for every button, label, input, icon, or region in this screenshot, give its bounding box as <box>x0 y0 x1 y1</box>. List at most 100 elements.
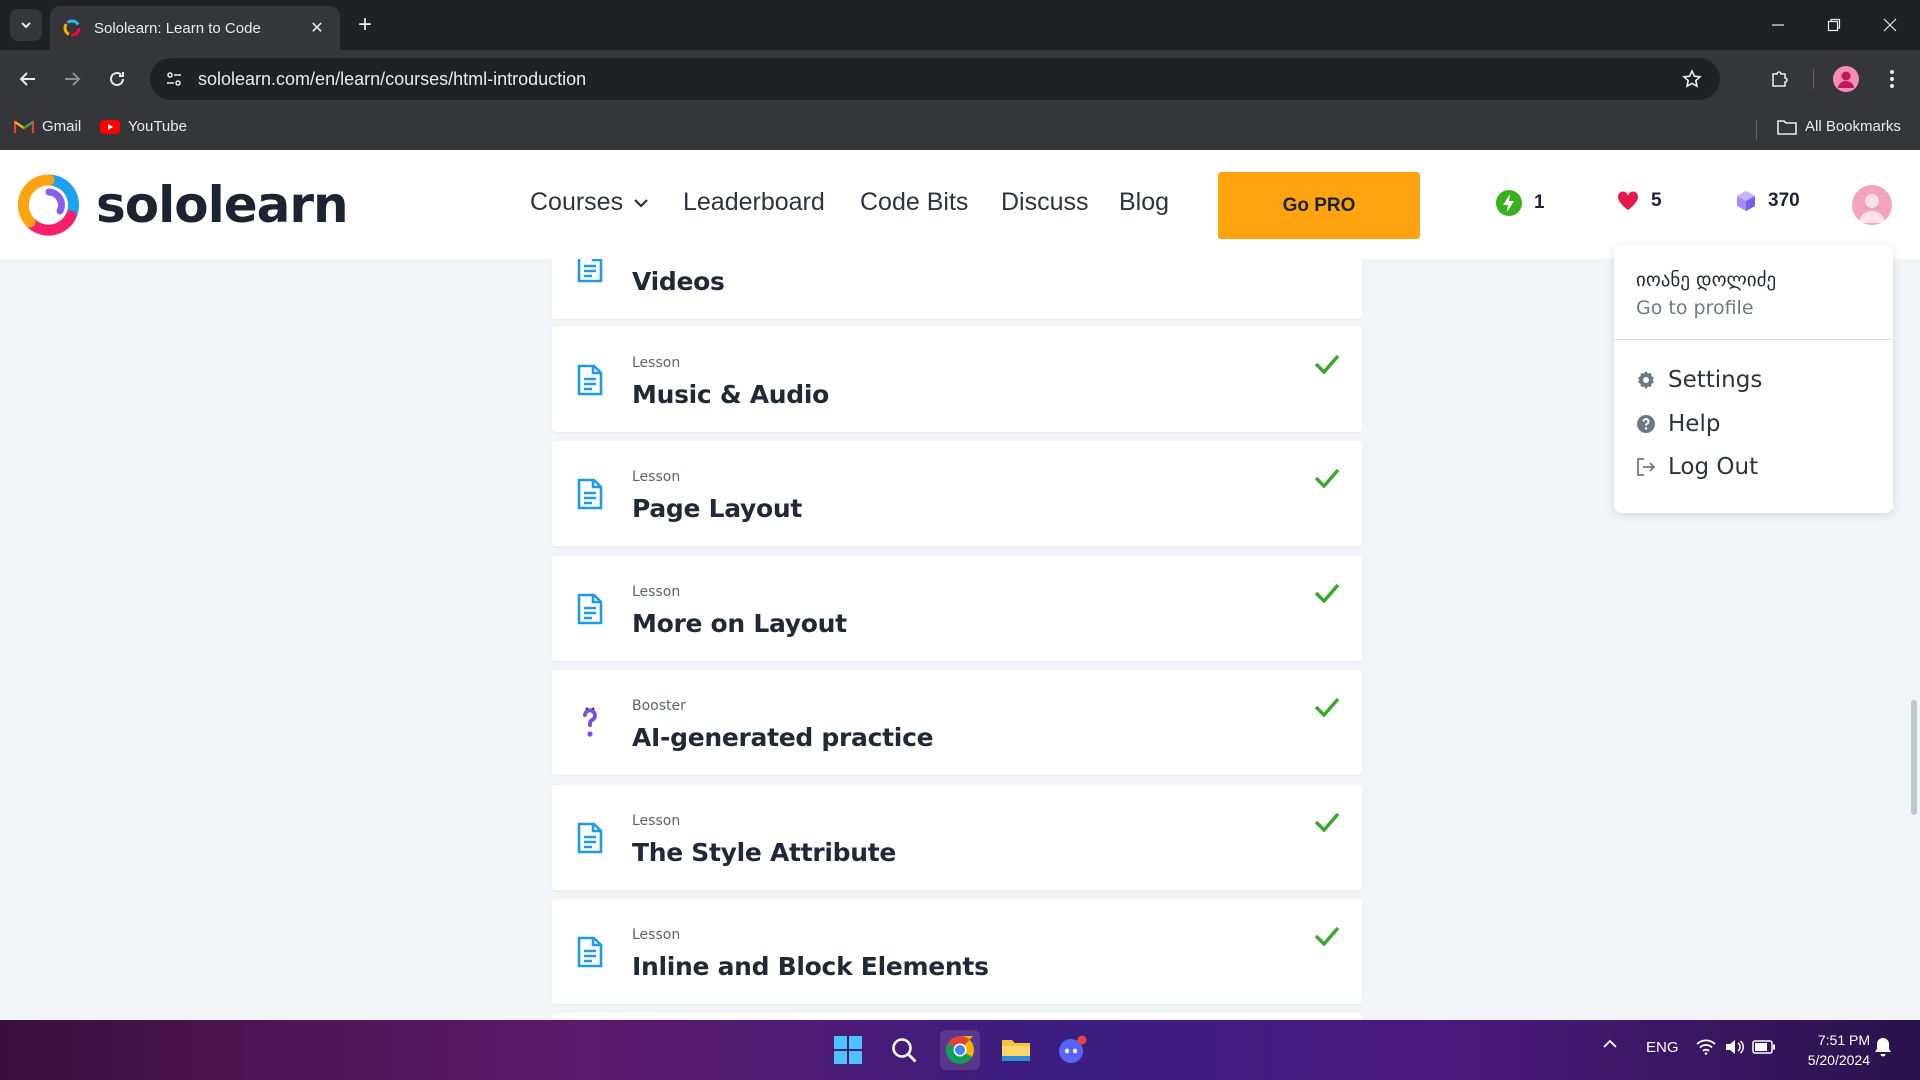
browser-tab-strip: Sololearn: Learn to Code ✕ + <box>0 0 1920 50</box>
checkmark-icon <box>1312 349 1342 379</box>
minimize-icon <box>1772 24 1784 26</box>
lesson-card-ai-practice[interactable]: Booster AI-generated practice <box>552 670 1362 775</box>
taskbar-file-explorer[interactable] <box>996 1030 1036 1070</box>
notifications-button[interactable] <box>1874 1037 1892 1057</box>
profile-avatar-icon <box>1833 66 1859 92</box>
lesson-card-inline-block[interactable]: Lesson Inline and Block Elements <box>552 899 1362 1004</box>
bookmark-label: YouTube <box>128 118 187 135</box>
hearts-counter[interactable]: 5 <box>1617 190 1662 212</box>
bookmark-star-icon[interactable] <box>1678 65 1706 93</box>
streak-counter[interactable]: 1 <box>1496 190 1545 216</box>
bookmark-gmail[interactable]: Gmail <box>14 118 81 135</box>
lesson-doc-icon <box>576 259 604 284</box>
bookmark-youtube[interactable]: YouTube <box>100 118 187 135</box>
minimize-button[interactable] <box>1758 10 1798 40</box>
logo-text: sololearn <box>96 176 349 234</box>
folder-icon <box>1777 119 1797 135</box>
gear-icon <box>1636 370 1656 390</box>
menu-item-help[interactable]: Help <box>1636 411 1720 437</box>
bookmarks-bar: Gmail YouTube All Bookmarks <box>0 108 1920 150</box>
lesson-title: Music & Audio <box>632 380 830 409</box>
tray-status-group[interactable] <box>1696 1039 1776 1055</box>
checkmark-icon <box>1312 807 1342 837</box>
wifi-icon <box>1696 1039 1716 1055</box>
browser-menu-button[interactable] <box>1876 63 1908 95</box>
tray-overflow-icon[interactable] <box>1602 1039 1618 1049</box>
nav-code-bits[interactable]: Code Bits <box>860 188 968 217</box>
lesson-card-music-audio[interactable]: Lesson Music & Audio <box>552 327 1362 432</box>
tab-search-button[interactable] <box>10 9 42 41</box>
lesson-type: Lesson <box>632 469 681 485</box>
lesson-title: Inline and Block Elements <box>632 952 989 981</box>
lesson-doc-icon <box>576 821 604 855</box>
nav-blog[interactable]: Blog <box>1119 188 1169 217</box>
checkmark-icon <box>1312 921 1342 951</box>
nav-leaderboard[interactable]: Leaderboard <box>683 188 825 217</box>
heart-icon <box>1617 191 1639 211</box>
help-icon <box>1636 414 1656 434</box>
puzzle-icon <box>1772 71 1788 87</box>
tab-close-icon[interactable]: ✕ <box>306 18 328 38</box>
nav-discuss[interactable]: Discuss <box>1001 188 1089 217</box>
browser-profile-button[interactable] <box>1830 63 1862 95</box>
logout-icon <box>1636 457 1656 477</box>
lesson-card-page-layout[interactable]: Lesson Page Layout <box>552 441 1362 546</box>
chevron-down-icon <box>633 198 649 208</box>
arrow-right-icon <box>65 72 81 86</box>
menu-item-label: Settings <box>1668 367 1763 393</box>
checkmark-icon <box>1312 578 1342 608</box>
forward-button[interactable] <box>56 63 88 95</box>
menu-item-settings[interactable]: Settings <box>1636 367 1762 393</box>
nav-courses-label: Courses <box>530 188 624 216</box>
chevron-down-icon <box>21 22 31 29</box>
taskbar-search-button[interactable] <box>884 1030 924 1070</box>
windows-start-icon <box>834 1036 862 1064</box>
go-to-profile-link[interactable]: Go to profile <box>1636 297 1754 319</box>
lesson-card-style-attribute[interactable]: Lesson The Style Attribute <box>552 785 1362 890</box>
site-info-icon[interactable] <box>156 61 192 97</box>
lesson-type: Lesson <box>632 584 681 600</box>
system-clock[interactable]: 7:51 PM 5/20/2024 <box>1790 1030 1870 1070</box>
nav-courses[interactable]: Courses <box>530 188 649 217</box>
site-header: sololearn Courses Leaderboard Code Bits … <box>0 150 1920 259</box>
close-window-button[interactable] <box>1870 10 1910 40</box>
lesson-card-more-on-layout[interactable]: Lesson More on Layout <box>552 556 1362 661</box>
go-pro-button[interactable]: Go PRO <box>1218 172 1420 239</box>
battery-icon <box>1752 1040 1775 1054</box>
reload-button[interactable] <box>101 63 133 95</box>
dropdown-divider <box>1614 339 1893 340</box>
back-button[interactable] <box>12 63 44 95</box>
address-bar[interactable]: sololearn.com/en/learn/courses/html-intr… <box>150 58 1720 100</box>
page-scrollbar[interactable] <box>1911 700 1917 815</box>
taskbar-chrome[interactable] <box>940 1030 980 1070</box>
menu-item-label: Log Out <box>1668 454 1759 480</box>
new-tab-button[interactable]: + <box>352 12 378 38</box>
lesson-doc-icon <box>576 363 604 397</box>
bits-counter[interactable]: 370 <box>1736 190 1800 212</box>
restore-icon <box>1827 18 1841 32</box>
chrome-icon <box>946 1036 974 1064</box>
taskbar-discord[interactable] <box>1052 1030 1092 1070</box>
user-avatar[interactable] <box>1852 185 1892 225</box>
start-button[interactable] <box>828 1030 868 1070</box>
profile-dropdown: იოანე დოლიძე Go to profile Settings Help… <box>1614 245 1893 513</box>
lesson-card-next[interactable] <box>552 1013 1362 1019</box>
url-text[interactable]: sololearn.com/en/learn/courses/html-intr… <box>198 69 586 90</box>
tab-title: Sololearn: Learn to Code <box>94 19 261 37</box>
language-indicator[interactable]: ENG <box>1646 1039 1679 1056</box>
lesson-type: Lesson <box>632 813 681 829</box>
lesson-card-videos[interactable]: Videos <box>552 259 1362 319</box>
all-bookmarks-button[interactable]: All Bookmarks <box>1777 118 1901 135</box>
restore-button[interactable] <box>1814 10 1854 40</box>
toolbar-divider <box>1813 69 1814 89</box>
menu-item-logout[interactable]: Log Out <box>1636 454 1758 480</box>
lesson-doc-icon <box>576 592 604 626</box>
lesson-title: Videos <box>632 267 725 296</box>
sololearn-logo[interactable]: sololearn <box>18 174 349 236</box>
browser-tab-active[interactable]: Sololearn: Learn to Code ✕ <box>50 6 340 50</box>
youtube-icon <box>100 119 120 134</box>
windows-taskbar: ENG 7:51 PM 5/20/2024 <box>0 1020 1920 1080</box>
cube-icon <box>1736 190 1756 212</box>
extensions-button[interactable] <box>1764 63 1796 95</box>
bookmark-label: Gmail <box>42 118 82 135</box>
